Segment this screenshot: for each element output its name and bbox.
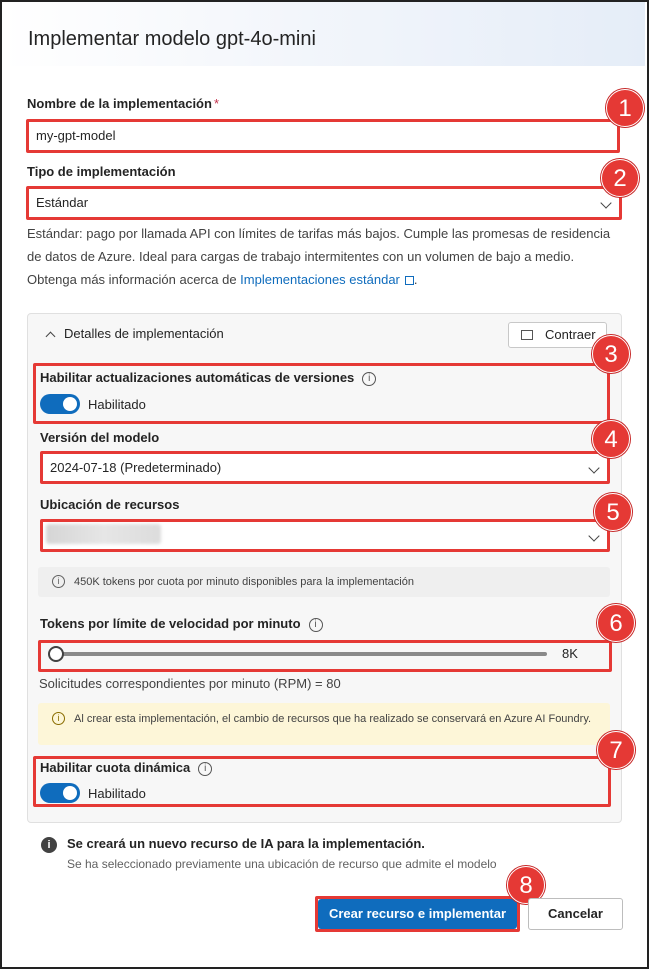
redacted-location-value bbox=[46, 524, 161, 544]
quota-info-bar: i 450K tokens por cuota por minuto dispon… bbox=[38, 567, 610, 597]
chevron-down-icon bbox=[588, 462, 600, 474]
collapse-button[interactable]: Contraer bbox=[508, 322, 607, 348]
rate-limit-label: Tokens por límite de velocidad por minut… bbox=[40, 616, 323, 632]
annotation-badge-6: 6 bbox=[597, 604, 635, 642]
rate-limit-value: 8K bbox=[562, 646, 578, 661]
info-icon[interactable]: i bbox=[198, 762, 213, 776]
persistence-warning-bar: i Al crear esta implementación, el cambio… bbox=[38, 703, 610, 745]
rate-limit-slider-thumb[interactable] bbox=[48, 646, 64, 662]
annotation-badge-7: 7 bbox=[597, 731, 635, 769]
details-section-title: Detalles de implementación bbox=[64, 326, 224, 341]
rate-limit-slider-track[interactable] bbox=[54, 652, 547, 656]
dialog-title: Implementar modelo gpt-4o-mini bbox=[28, 28, 316, 50]
info-icon[interactable]: i bbox=[308, 618, 323, 632]
cancel-button[interactable]: Cancelar bbox=[528, 898, 623, 930]
deployment-type-description: Estándar: pago por llamada API con límit… bbox=[27, 226, 611, 287]
info-filled-icon: i bbox=[41, 837, 57, 853]
resource-location-label: Ubicación de recursos bbox=[40, 497, 180, 512]
chevron-down-icon bbox=[600, 197, 612, 209]
auto-update-label: Habilitar actualizaciones automáticas de… bbox=[40, 370, 377, 386]
dynamic-quota-state: Habilitado bbox=[88, 786, 146, 801]
deployment-name-input[interactable]: my-gpt-model bbox=[27, 120, 619, 152]
model-version-select[interactable]: 2024-07-18 (Predeterminado) bbox=[41, 452, 609, 484]
standard-deployments-link[interactable]: Implementaciones estándar bbox=[240, 272, 400, 287]
annotation-badge-4: 4 bbox=[592, 420, 630, 458]
create-and-deploy-button[interactable]: Crear recurso e implementar bbox=[318, 899, 517, 929]
model-version-value: 2024-07-18 (Predeterminado) bbox=[50, 460, 222, 475]
chevron-down-icon bbox=[588, 530, 600, 542]
toggle-knob bbox=[63, 397, 77, 411]
note-title: Se creará un nuevo recurso de IA para la… bbox=[67, 836, 425, 851]
rpm-text: Solicitudes correspondientes por minuto … bbox=[39, 676, 341, 691]
auto-update-toggle[interactable] bbox=[40, 394, 80, 414]
deployment-type-value: Estándar bbox=[36, 195, 89, 210]
info-icon: i bbox=[52, 575, 65, 588]
annotation-badge-2: 2 bbox=[601, 159, 639, 197]
auto-update-state: Habilitado bbox=[88, 397, 146, 412]
dynamic-quota-toggle[interactable] bbox=[40, 783, 80, 803]
deployment-type-select[interactable]: Estándar bbox=[27, 187, 621, 219]
deployment-type-label: Tipo de implementación bbox=[27, 164, 176, 179]
info-icon[interactable]: i bbox=[362, 372, 377, 386]
annotation-badge-1: 1 bbox=[606, 89, 644, 127]
model-version-label: Versión del modelo bbox=[40, 430, 160, 445]
note-text: Se ha seleccionado previamente una ubica… bbox=[67, 857, 497, 871]
annotation-badge-5: 5 bbox=[594, 493, 632, 531]
deployment-name-label: Nombre de la implementación * bbox=[27, 96, 219, 111]
collapse-icon bbox=[521, 330, 533, 340]
toggle-knob bbox=[63, 786, 77, 800]
info-icon: i bbox=[52, 712, 65, 725]
required-mark: * bbox=[213, 96, 219, 111]
external-link-icon bbox=[404, 276, 414, 285]
annotation-badge-3: 3 bbox=[592, 335, 630, 373]
dynamic-quota-label: Habilitar cuota dinámica i bbox=[40, 760, 213, 776]
